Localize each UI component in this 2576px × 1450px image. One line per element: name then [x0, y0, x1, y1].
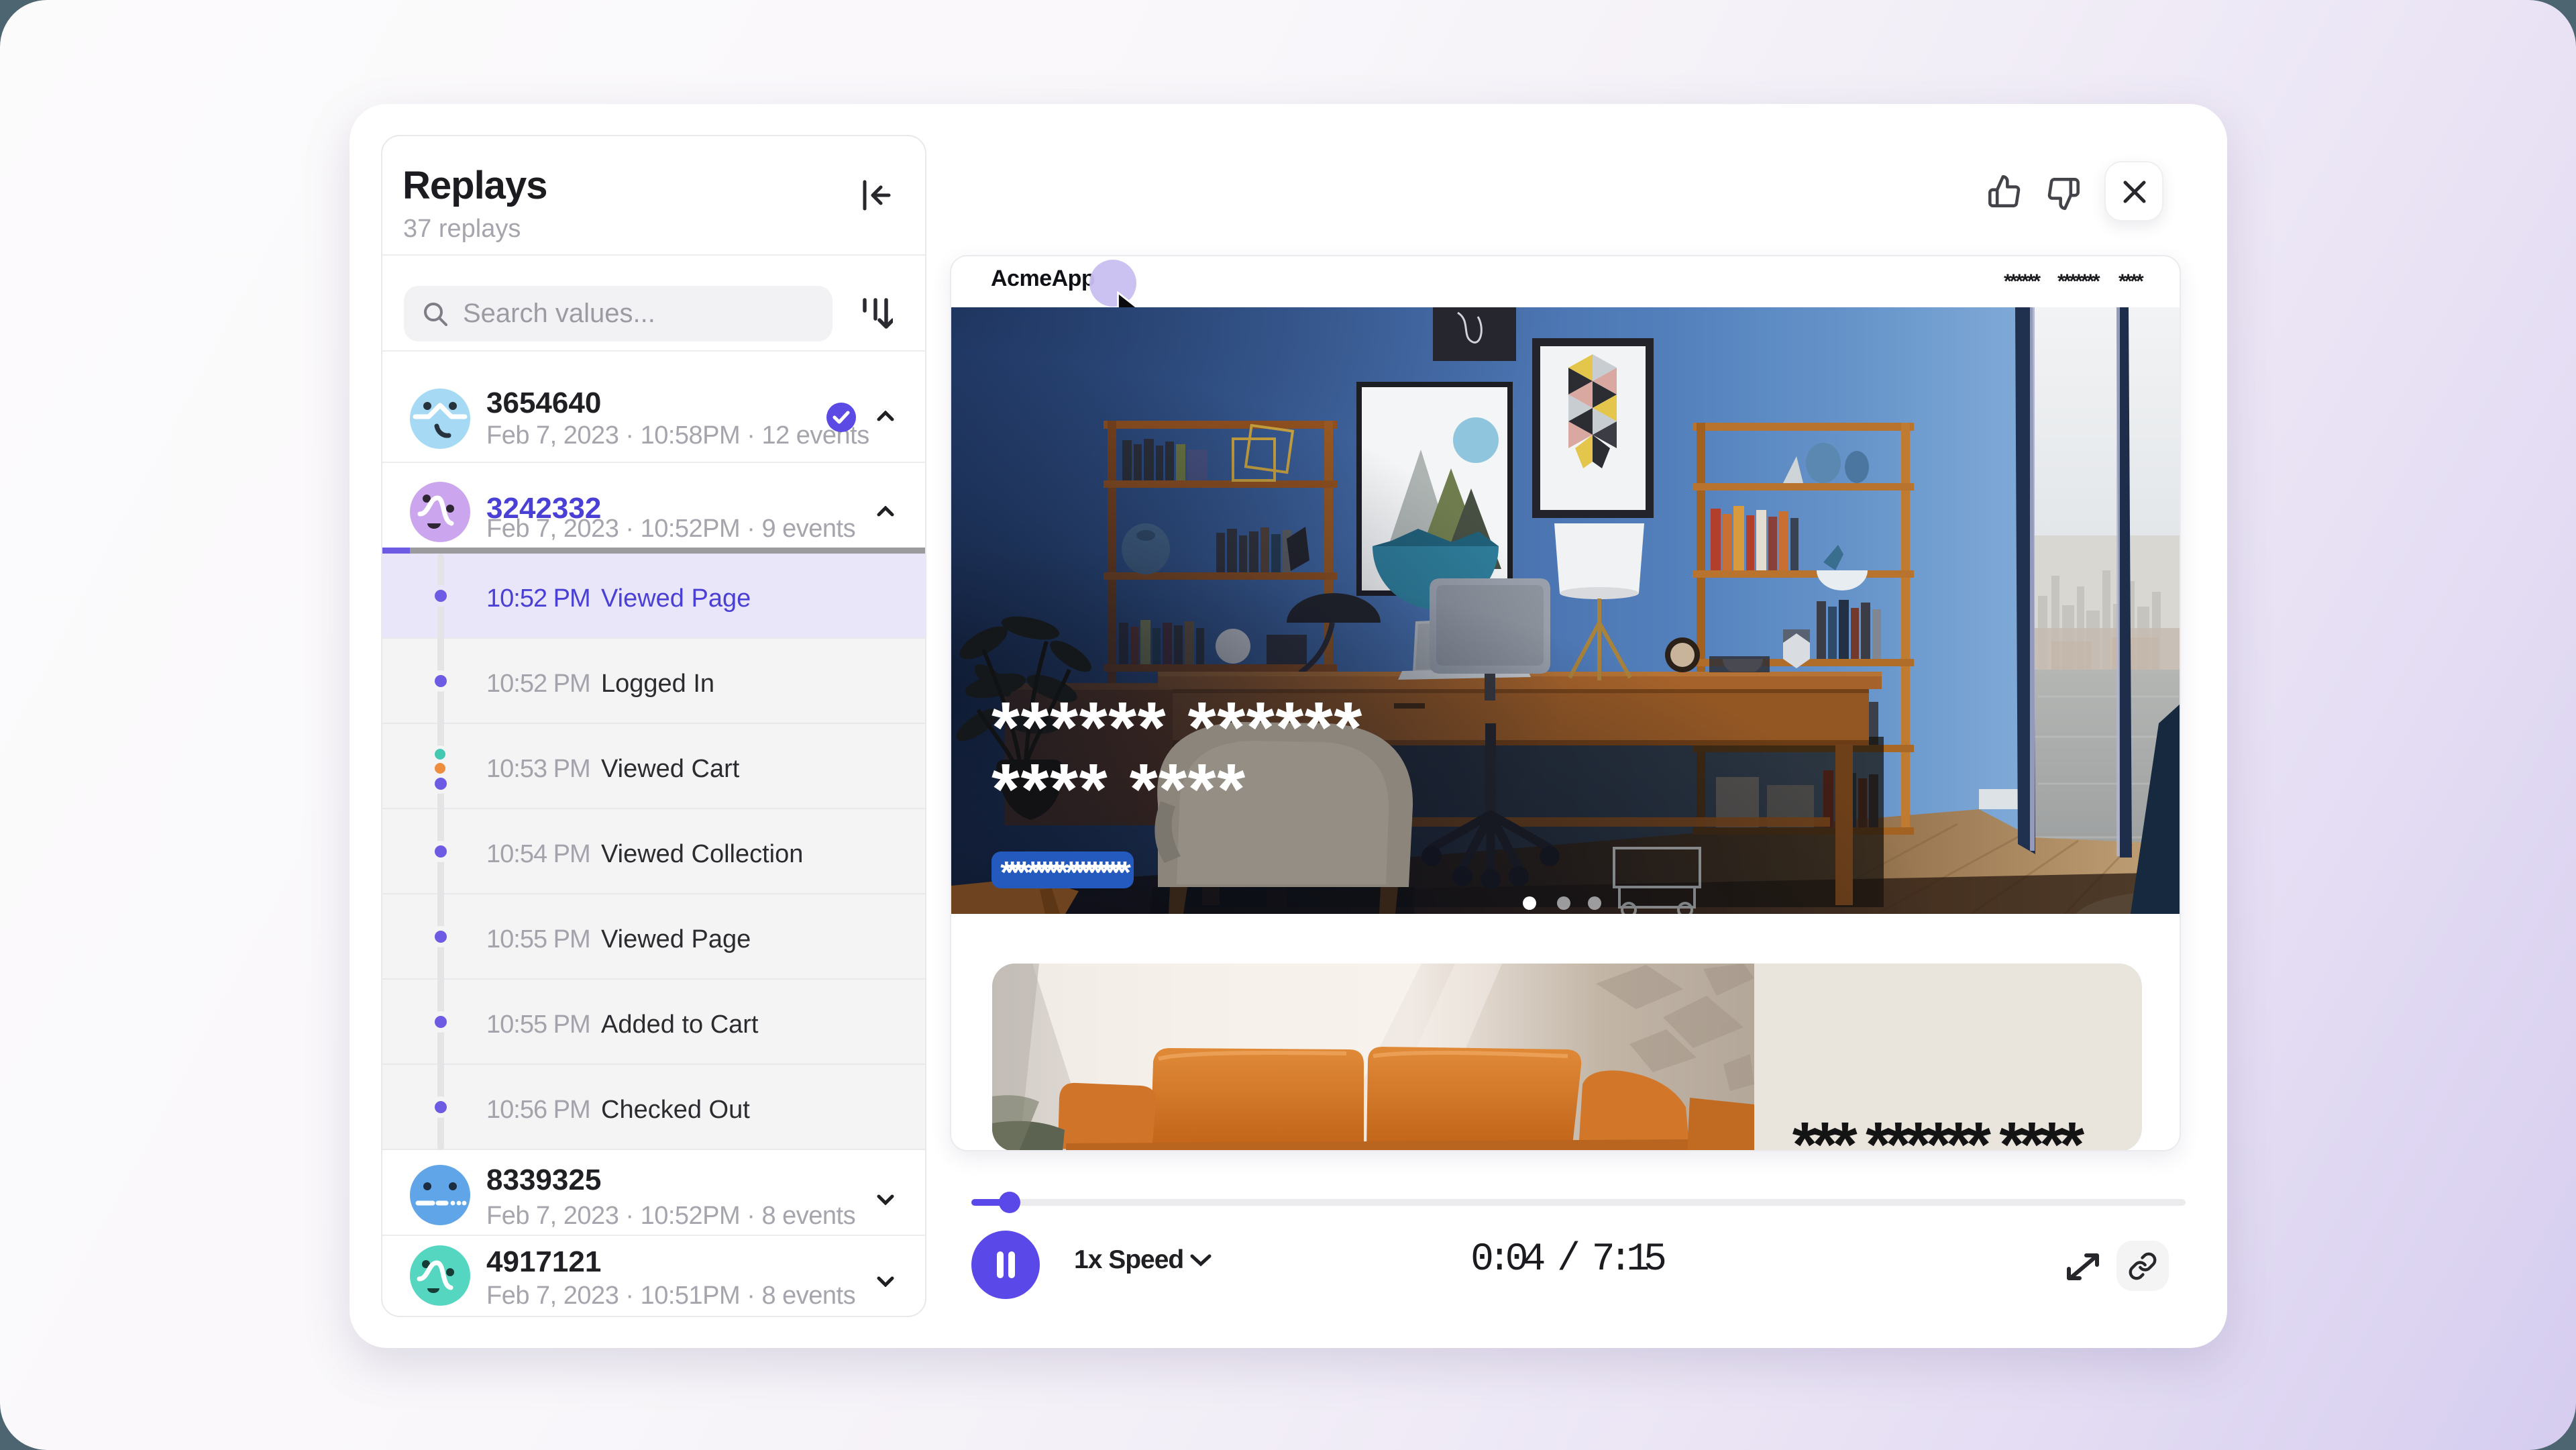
svg-text:**** ****** **********: **** ****** **********	[1000, 855, 1131, 890]
svg-text:**** ****: **** ****	[991, 748, 1246, 829]
